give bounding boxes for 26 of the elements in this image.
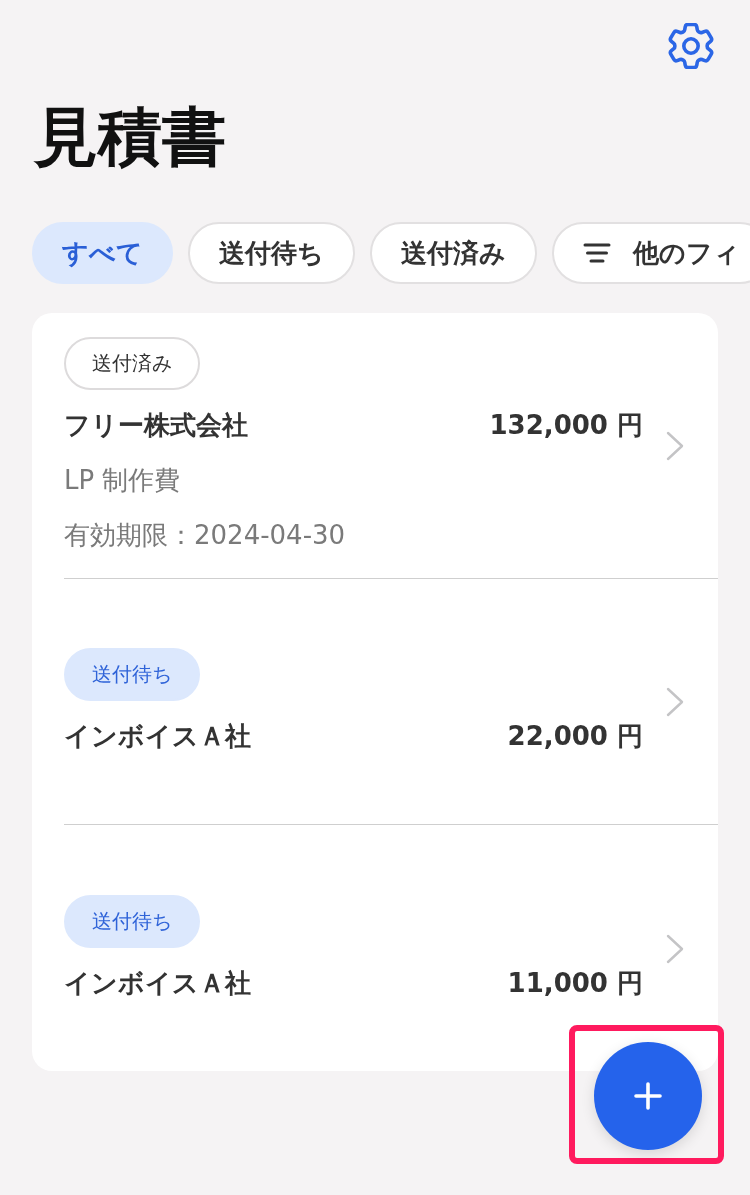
amount: 11,000 円 bbox=[507, 966, 643, 1000]
client-name: インボイスＡ社 bbox=[64, 966, 251, 1000]
filter-lines-icon bbox=[583, 243, 611, 263]
chevron-right-icon bbox=[666, 687, 684, 717]
amount: 132,000 円 bbox=[489, 409, 643, 442]
amount: 22,000 円 bbox=[507, 720, 643, 753]
status-badge: 送付済み bbox=[64, 337, 200, 390]
expiry-date: 有効期限：2024-04-30 bbox=[64, 519, 346, 552]
client-name: フリー株式会社 bbox=[64, 409, 248, 442]
quote-subject: LP 制作費 bbox=[64, 464, 181, 497]
quote-list-item[interactable]: 送付済み フリー株式会社 132,000 円 LP 制作費 有効期限：2024-04-30 bbox=[64, 313, 718, 579]
status-badge: 送付待ち bbox=[64, 648, 200, 701]
chevron-right-icon bbox=[666, 431, 684, 461]
client-name: インボイスＡ社 bbox=[64, 720, 251, 753]
filter-chip[interactable]: すべて bbox=[32, 222, 173, 284]
plus-icon bbox=[634, 1082, 662, 1110]
page-title: 見積書 bbox=[34, 99, 226, 176]
status-badge: 送付待ち bbox=[64, 894, 200, 948]
chip-label: 他のフィ bbox=[633, 236, 740, 270]
more-filters-chip[interactable]: 他のフィ bbox=[552, 222, 750, 284]
chevron-right-icon bbox=[666, 933, 684, 964]
filter-chip[interactable]: 送付待ち bbox=[188, 222, 355, 284]
filter-chip[interactable]: 送付済み bbox=[370, 222, 537, 284]
quote-list-item[interactable]: 送付待ち インボイスＡ社 22,000 円 bbox=[64, 579, 718, 825]
settings-icon[interactable] bbox=[668, 23, 714, 69]
quote-list-item[interactable]: 送付待ち インボイスＡ社 11,000 円 bbox=[64, 825, 718, 1071]
